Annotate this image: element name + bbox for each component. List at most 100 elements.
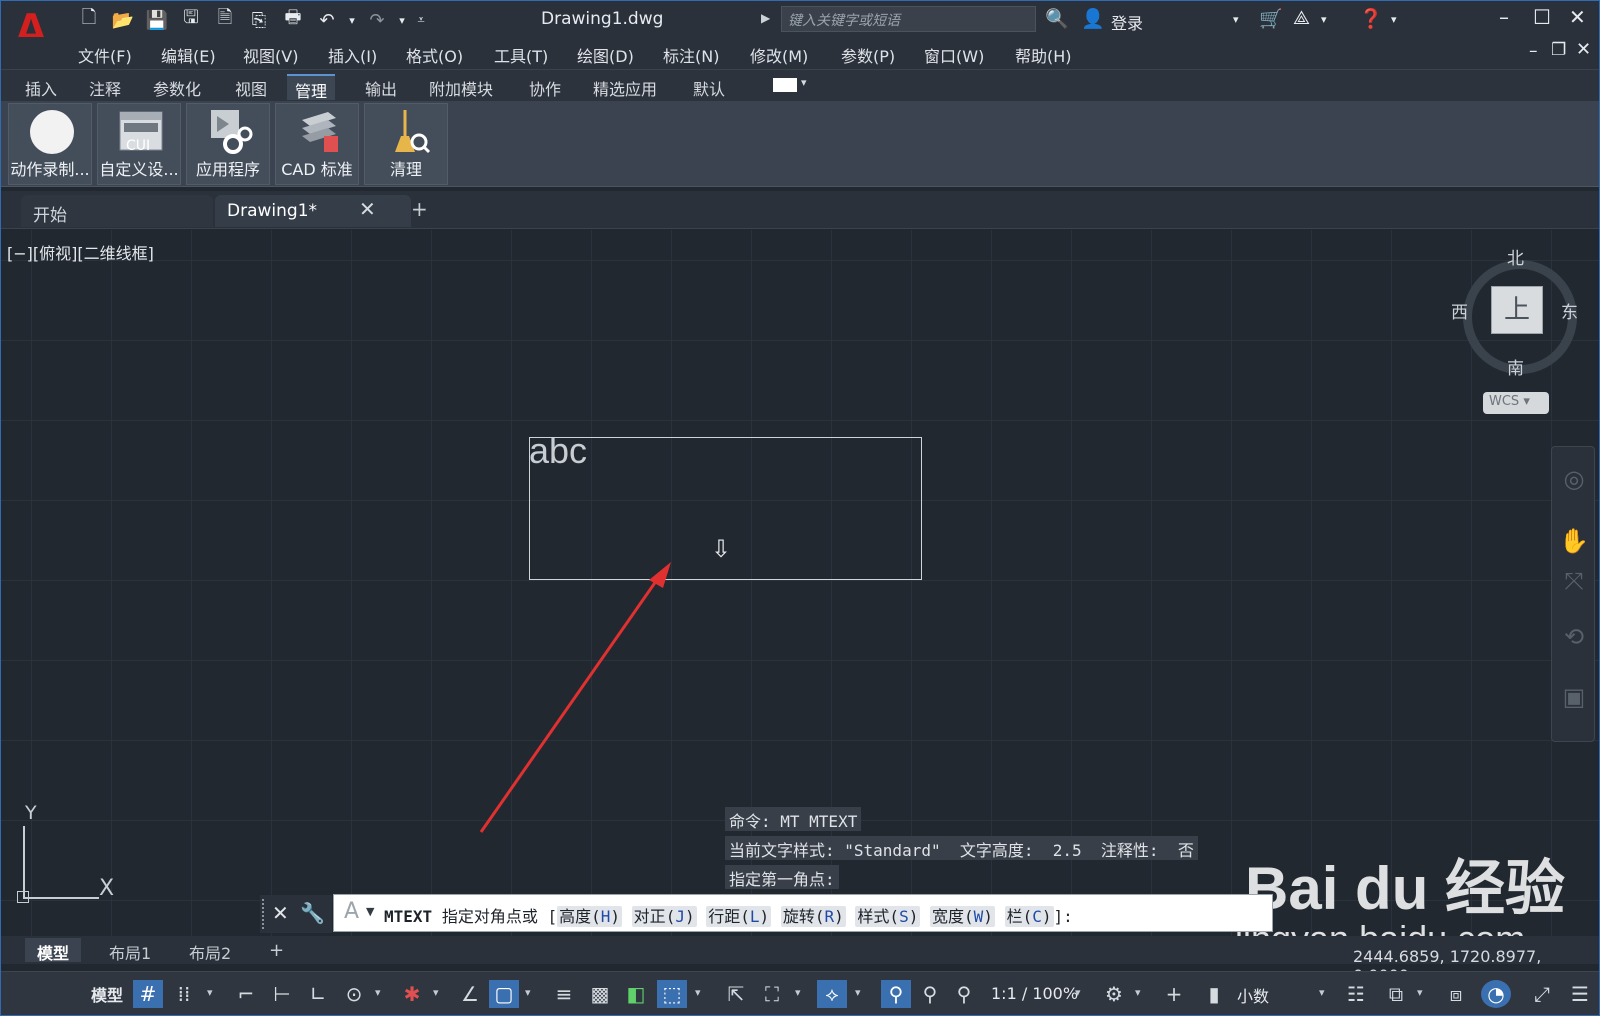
cad-standards-button[interactable]: CAD 标准 bbox=[275, 103, 359, 185]
ribbon-tab-view[interactable]: 视图 bbox=[227, 74, 275, 100]
menu-draw[interactable]: 绘图(D) bbox=[577, 43, 634, 67]
menu-format[interactable]: 格式(O) bbox=[406, 43, 463, 67]
lock-ui-icon[interactable]: ⧉ bbox=[1381, 980, 1411, 1008]
object-snap-dropdown-icon[interactable]: ▾ bbox=[525, 986, 531, 999]
polar-tracking-icon[interactable]: ⊙ bbox=[339, 980, 369, 1008]
showmotion-icon[interactable]: ▣ bbox=[1558, 683, 1590, 715]
lineweight-icon[interactable]: ≡ bbox=[549, 980, 579, 1008]
units-value[interactable]: 小数 bbox=[1237, 983, 1269, 1007]
3d-object-snap-dropdown-icon[interactable]: ▾ bbox=[695, 986, 701, 999]
transparency-icon[interactable]: ▩ bbox=[585, 980, 615, 1008]
model-space-toggle[interactable]: 模型 bbox=[91, 982, 123, 1006]
zoom-extents-icon[interactable]: ⤧ bbox=[1558, 567, 1590, 599]
open-folder-icon[interactable]: 📂 bbox=[107, 7, 139, 33]
menu-dimension[interactable]: 标注(N) bbox=[663, 43, 719, 67]
ribbon-minimize-dropdown-icon[interactable]: ▾ bbox=[801, 76, 807, 89]
3d-object-snap-icon[interactable]: ⬚ bbox=[657, 980, 687, 1008]
compass-west[interactable]: 西 bbox=[1451, 298, 1468, 323]
auto-scale-icon[interactable]: ⚲ bbox=[915, 980, 945, 1008]
ribbon-tab-featured-apps[interactable]: 精选应用 bbox=[585, 74, 665, 100]
annotation-scale-icon[interactable]: ⚲ bbox=[949, 980, 979, 1008]
ribbon-tab-collaborate[interactable]: 协作 bbox=[521, 74, 569, 100]
file-tab-start[interactable]: 开始 bbox=[21, 195, 213, 227]
menu-insert[interactable]: 插入(I) bbox=[328, 43, 377, 67]
annotation-monitor-plus-icon[interactable]: + bbox=[1159, 980, 1189, 1008]
user-icon[interactable]: 👤 bbox=[1081, 7, 1105, 30]
ribbon-tab-addins[interactable]: 附加模块 bbox=[421, 74, 501, 100]
option-line-spacing[interactable]: 行距(L) bbox=[706, 906, 772, 927]
drawing-canvas[interactable]: [−][俯视][二维线框] abc ⇩ 上 北 南 东 西 WCS ▾ ◎ ✋ … bbox=[1, 230, 1599, 936]
gizmo-dropdown-icon[interactable]: ▾ bbox=[855, 986, 861, 999]
orbit-icon[interactable]: ⟲ bbox=[1558, 623, 1590, 655]
menu-modify[interactable]: 修改(M) bbox=[750, 43, 808, 67]
polar-tracking-dropdown-icon[interactable]: ▾ bbox=[375, 986, 381, 999]
units-ruler-icon[interactable]: ▮ bbox=[1199, 980, 1229, 1008]
login-link[interactable]: 登录 bbox=[1111, 10, 1143, 34]
search-input[interactable]: 键入关键字或短语 bbox=[781, 6, 1036, 32]
annotation-scale-dropdown-icon[interactable]: ▾ bbox=[1075, 986, 1081, 999]
redo-dropdown-icon[interactable]: ▾ bbox=[395, 7, 409, 33]
clean-screen-icon[interactable]: ⤢ bbox=[1527, 980, 1557, 1008]
annotation-scale-value[interactable]: 1:1 / 100% bbox=[991, 984, 1078, 1003]
units-dropdown-icon[interactable]: ▾ bbox=[1319, 986, 1325, 999]
viewport-controls[interactable]: [−][俯视][二维线框] bbox=[7, 240, 154, 264]
doc-restore-icon[interactable]: ❐ bbox=[1551, 40, 1566, 60]
option-rotation[interactable]: 旋转(R) bbox=[780, 906, 846, 927]
autodesk-app-icon[interactable]: ⟁ bbox=[1293, 7, 1310, 29]
ribbon-minimize-icon[interactable] bbox=[773, 78, 797, 92]
ribbon-tab-parametric[interactable]: 参数化 bbox=[145, 74, 209, 100]
option-justify[interactable]: 对正(J) bbox=[631, 906, 697, 927]
recent-commands-icon[interactable]: A bbox=[344, 899, 359, 924]
compass-south[interactable]: 南 bbox=[1507, 354, 1524, 379]
grid-display-icon[interactable]: # bbox=[133, 980, 163, 1008]
menu-view[interactable]: 视图(V) bbox=[243, 43, 298, 67]
command-line-grip[interactable] bbox=[262, 899, 265, 929]
ribbon-tab-insert[interactable]: 插入 bbox=[17, 74, 65, 100]
publish-icon[interactable]: 🗎 bbox=[209, 7, 241, 33]
menu-edit[interactable]: 编辑(E) bbox=[161, 43, 216, 67]
option-width[interactable]: 宽度(W) bbox=[929, 906, 995, 927]
dynamic-ucs-icon[interactable]: ⇱ bbox=[721, 980, 751, 1008]
lock-ui-dropdown-icon[interactable]: ▾ bbox=[1417, 986, 1423, 999]
workspace-dropdown-icon[interactable]: ▾ bbox=[1135, 986, 1141, 999]
isometric-dropdown-icon[interactable]: ▾ bbox=[433, 986, 439, 999]
autodesk-app-dropdown-icon[interactable]: ▾ bbox=[1321, 13, 1327, 26]
menu-window[interactable]: 窗口(W) bbox=[924, 43, 984, 67]
purge-button[interactable]: 清理 bbox=[364, 103, 448, 185]
new-tab-plus-icon[interactable]: + bbox=[411, 197, 428, 221]
save-icon[interactable]: 💾 bbox=[141, 7, 173, 33]
close-window-icon[interactable]: ✕ bbox=[1569, 5, 1586, 29]
login-dropdown-icon[interactable]: ▾ bbox=[1233, 13, 1239, 26]
isolate-objects-icon[interactable]: ⧈ bbox=[1441, 980, 1471, 1008]
object-snap-tracking-icon[interactable]: ∠ bbox=[455, 980, 485, 1008]
customize-qat-icon[interactable]: ⩡ bbox=[411, 7, 431, 33]
new-file-icon[interactable]: 🗋 bbox=[73, 7, 105, 33]
ribbon-tab-annotate[interactable]: 注释 bbox=[81, 74, 129, 100]
cart-icon[interactable]: 🛒 bbox=[1259, 7, 1283, 30]
customization-menu-icon[interactable]: ☰ bbox=[1565, 980, 1595, 1008]
dynamic-input-icon[interactable]: ⊢ bbox=[267, 980, 297, 1008]
steering-wheel-icon[interactable]: ◎ bbox=[1558, 465, 1590, 497]
hardware-acceleration-icon[interactable]: ◔ bbox=[1481, 980, 1511, 1008]
pan-hand-icon[interactable]: ✋ bbox=[1558, 527, 1590, 559]
search-expand-icon[interactable]: ▶ bbox=[761, 11, 770, 25]
minimize-window-icon[interactable]: – bbox=[1499, 5, 1509, 29]
layout-tab-model[interactable]: 模型 bbox=[25, 938, 82, 963]
help-dropdown-icon[interactable]: ▾ bbox=[1391, 13, 1397, 26]
close-tab-icon[interactable]: ✕ bbox=[359, 197, 376, 221]
doc-minimize-icon[interactable]: – bbox=[1529, 41, 1538, 61]
ribbon-tab-manage[interactable]: 管理 bbox=[287, 74, 336, 101]
infer-constraints-icon[interactable]: ⌐ bbox=[231, 980, 261, 1008]
undo-icon[interactable]: ↶ bbox=[311, 7, 343, 33]
menu-tools[interactable]: 工具(T) bbox=[494, 43, 548, 67]
snap-mode-icon[interactable]: ⁞⁞ bbox=[169, 980, 199, 1008]
ribbon-tab-default[interactable]: 默认 bbox=[685, 74, 733, 100]
applications-button[interactable]: 应用程序 bbox=[186, 103, 270, 185]
option-columns[interactable]: 栏(C) bbox=[1004, 906, 1054, 927]
wcs-dropdown[interactable]: WCS ▾ bbox=[1483, 392, 1549, 414]
command-line-customize-icon[interactable]: 🔧 bbox=[300, 901, 325, 925]
compass-north[interactable]: 北 bbox=[1507, 244, 1524, 269]
layout-tab-layout1[interactable]: 布局1 bbox=[97, 938, 163, 963]
maximize-window-icon[interactable]: ☐ bbox=[1533, 5, 1551, 29]
export-icon[interactable]: ⎘ bbox=[243, 7, 275, 33]
